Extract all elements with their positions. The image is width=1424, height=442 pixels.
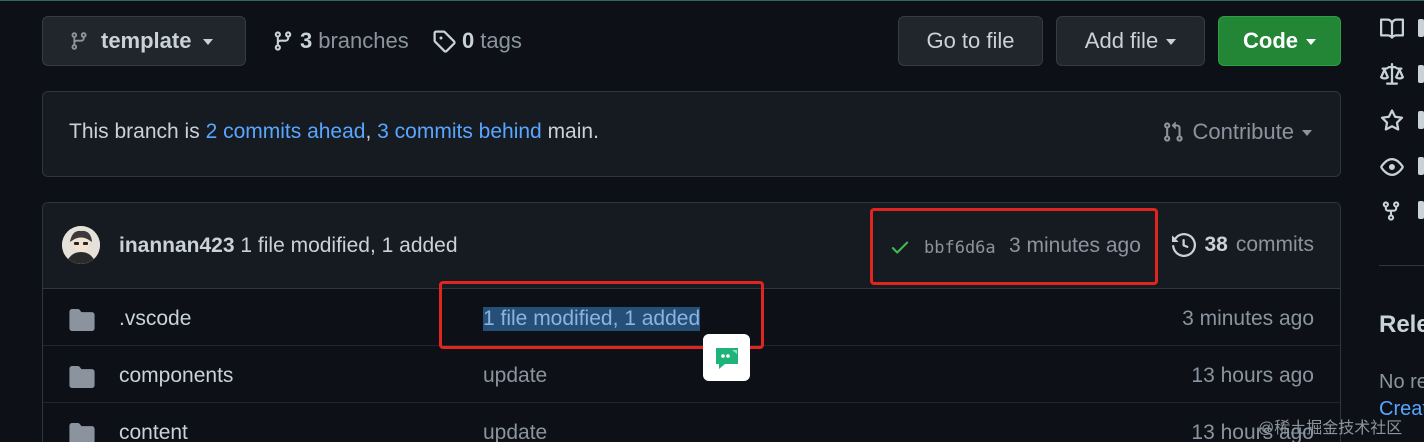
contribute-button[interactable]: Contribute [1162, 119, 1312, 145]
tags-count: 0 [462, 28, 475, 53]
contribute-label: Contribute [1192, 119, 1294, 144]
commits-history-link[interactable]: 38 commits [1172, 233, 1314, 257]
add-file-label: Add file [1084, 28, 1159, 53]
commit-message[interactable]: 1 file modified, 1 added [240, 234, 457, 257]
folder-icon [69, 423, 95, 442]
go-to-file-label: Go to file [926, 28, 1015, 53]
go-to-file-button[interactable]: Go to file [898, 16, 1043, 66]
commit-summary: inannan423 1 file modified, 1 added [119, 234, 458, 258]
file-name[interactable]: content [119, 421, 188, 442]
branches-count: 3 [300, 28, 313, 53]
sidebar-truncated-text [1418, 157, 1424, 175]
file-name[interactable]: .vscode [119, 307, 191, 331]
branch-name: template [101, 28, 192, 53]
watermark: @稀土掘金技术社区 [1258, 420, 1403, 437]
commits-ahead-link[interactable]: 2 commits ahead [206, 120, 366, 143]
chevron-down-icon [203, 39, 214, 45]
tags-label: tags [480, 28, 522, 53]
commit-author[interactable]: inannan423 [119, 234, 235, 257]
releases-heading[interactable]: Rele [1379, 311, 1424, 339]
git-branch-icon [272, 29, 294, 53]
add-file-button[interactable]: Add file [1056, 16, 1205, 66]
sidebar-divider [1379, 265, 1424, 266]
sidebar-truncated-text [1418, 19, 1424, 37]
commits-label: commits [1235, 233, 1314, 256]
branches-link[interactable]: 3 branches [272, 23, 409, 59]
no-releases-text: No re [1379, 371, 1424, 393]
file-commit-message[interactable]: update [483, 364, 547, 388]
folder-icon [69, 309, 95, 331]
sidebar-truncated-text [1418, 111, 1424, 129]
law-icon [1380, 63, 1404, 87]
commits-behind-link[interactable]: 3 commits behind [377, 120, 542, 143]
branch-status-text: This branch is 2 commits ahead, 3 commit… [69, 120, 599, 144]
sidebar-truncated-text [1418, 201, 1424, 219]
chat-bubble-button[interactable] [703, 334, 750, 381]
chevron-down-icon [1306, 39, 1316, 45]
branches-label: branches [318, 28, 409, 53]
book-icon [1380, 17, 1404, 41]
tag-icon [432, 29, 456, 53]
branch-status-prefix: This branch is [69, 120, 206, 143]
commits-count: 38 [1204, 233, 1228, 256]
star-icon [1380, 109, 1404, 133]
code-button[interactable]: Code [1218, 16, 1341, 66]
folder-icon [69, 366, 95, 388]
git-branch-icon [69, 30, 89, 52]
file-commit-time: 3 minutes ago [1182, 307, 1314, 330]
branch-selector-button[interactable]: template [42, 16, 246, 66]
history-icon [1172, 233, 1197, 257]
fork-icon [1380, 199, 1402, 223]
chevron-down-icon [1302, 130, 1312, 136]
branch-status-separator: , [365, 120, 378, 143]
table-row[interactable]: content update 13 hours ago [43, 403, 1340, 442]
file-name[interactable]: components [119, 364, 233, 388]
tags-link[interactable]: 0 tags [432, 23, 522, 59]
code-label: Code [1243, 28, 1298, 53]
file-commit-message[interactable]: update [483, 421, 547, 442]
table-row[interactable]: components update 13 hours ago [43, 346, 1340, 403]
sidebar-truncated-text [1418, 65, 1424, 83]
branch-status-box: This branch is 2 commits ahead, 3 commit… [42, 91, 1341, 177]
eye-icon [1380, 155, 1404, 179]
annotation-box-commit [870, 208, 1158, 285]
chevron-down-icon [1166, 39, 1177, 45]
pull-request-icon [1162, 120, 1184, 144]
branch-status-suffix: main. [541, 120, 599, 143]
chat-bubble-icon [713, 345, 741, 371]
avatar[interactable] [62, 226, 100, 264]
file-commit-time: 13 hours ago [1191, 364, 1314, 387]
